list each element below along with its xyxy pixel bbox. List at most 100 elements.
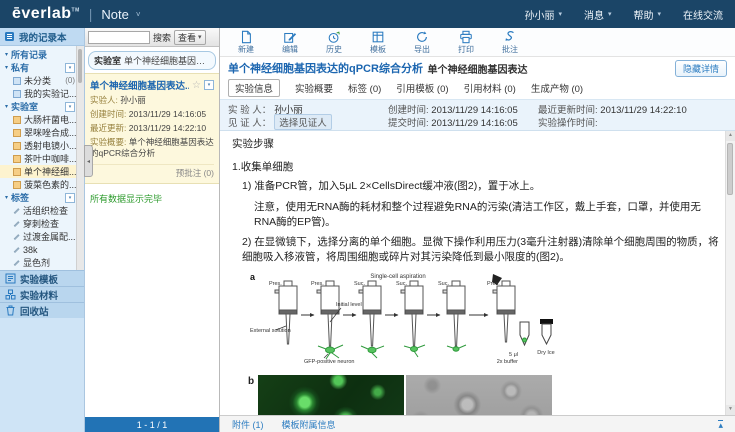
scroll-to-top-icon[interactable]: ▴ [718,420,723,429]
help-menu[interactable]: 帮助▾ [633,7,661,22]
content-scrollbar[interactable]: ▲ ▼ [725,131,735,415]
product-caret-icon[interactable]: ˅ [136,10,141,19]
sidebar-item-all-records[interactable]: ▾所有记录 [0,48,84,61]
scroll-thumb[interactable] [727,143,733,195]
sidebar-tag-puncture[interactable]: 穿刺检查 [0,217,84,230]
sidebar-item-templates[interactable]: 实验模板 [0,270,84,286]
view-button[interactable]: 查看▾ [174,30,206,45]
dropdown-icon[interactable]: ▾ [65,63,75,73]
sidebar-item-lab-4[interactable]: 茶叶中咖啡...(2) [0,152,84,165]
print-button[interactable]: 打印 [444,30,488,55]
breadcrumb[interactable]: 实验室 单个神经细胞基因表达 [88,51,216,70]
scale-bar: 10 μm [264,414,282,415]
edit-button[interactable]: 编辑 [268,30,312,55]
svg-text:GFP-positive neuron: GFP-positive neuron [304,359,354,365]
sidebar-item-recycle-bin[interactable]: 回收站 [0,302,84,318]
template-info-tab[interactable]: 模板附属信息 [282,418,336,431]
tab-summary[interactable]: 实验概要 [295,81,333,95]
svg-text:Initial level: Initial level [336,302,362,308]
scroll-up-icon[interactable]: ▲ [726,131,735,141]
sidebar-tag-biopsy[interactable]: 活组织检查 [0,204,84,217]
sidebar-item-uncategorized[interactable]: 未分类(0) [0,74,84,87]
template-button[interactable]: 模板 [356,30,400,55]
chevron-down-icon: ▾ [608,10,612,18]
dropdown-icon[interactable]: ▾ [65,193,75,203]
logo-divider: | [89,6,93,22]
sidebar-item-lab-6[interactable]: 菠菜色素的...(1) [0,178,84,191]
notebook-tree: ▾所有记录 ▾私有▾ 未分类(0) 我的实验记...(1) ▾实验室▾ 大肠杆菌… [0,46,84,270]
trademark: TM [72,8,80,14]
history-button[interactable]: 历史 [312,30,356,55]
sidebar-item-my-experiments[interactable]: 我的实验记...(1) [0,87,84,100]
online-chat-link[interactable]: 在线交流 [683,7,723,22]
step-1-2: 2) 在显微镜下，选择分离的单个细胞。显微下操作利用压力(3毫升注射器)清除单个… [242,235,719,265]
sidebar-tag-transition-metal[interactable]: 过渡金属配... [0,230,84,243]
export-icon [415,30,429,44]
experiment-list-pane: 搜索 查看▾ 实验室 单个神经细胞基因表达 单个神经细胞基因表达... ☆ ▾ … [85,28,220,432]
hide-details-button[interactable]: 隐藏详情 [675,60,727,77]
experiment-card-title[interactable]: 单个神经细胞基因表达... [90,78,189,92]
notebook-square-icon [13,90,21,98]
triangle-down-icon: ▾ [5,64,8,71]
all-data-loaded-text: 所有数据显示完毕 [85,184,219,213]
figure-b-micrographs: b 10 μm [248,375,719,415]
sidebar-item-tags[interactable]: ▾标签▾ [0,191,84,204]
sidebar-scroll-thumb[interactable] [78,49,82,83]
tab-cited-materials[interactable]: 引用材料 (0) [464,81,516,95]
history-clock-icon [327,30,341,44]
sidebar-tag-chromogen[interactable]: 显色剂 [0,256,84,269]
scroll-down-icon[interactable]: ▼ [726,405,735,415]
sidebar: 我的记录本 ▾所有记录 ▾私有▾ 未分类(0) 我的实验记...(1) ▾实验室… [0,28,85,432]
dropdown-icon[interactable]: ▾ [65,102,75,112]
sidebar-tag-38k[interactable]: 38k [0,243,84,256]
messages-menu[interactable]: 消息▾ [584,7,612,22]
info-submitted: 提交时间: 2013/11/29 14:16:05 [388,115,538,129]
search-button[interactable]: 搜索 [153,31,171,44]
detail-header: 单个神经细胞基因表达 单个神经细胞基因表达的qPCR综合分析 隐藏详情 [220,57,735,77]
sidebar-item-lab-1[interactable]: 大肠杆菌电...(5) [0,113,84,126]
tab-products[interactable]: 生成产物 (0) [531,81,583,95]
annotate-button[interactable]: 批注 [488,30,532,55]
sidebar-item-lab-2[interactable]: 翠咪唑合成...(7) [0,126,84,139]
tag-icon [13,233,20,240]
experiment-card[interactable]: 单个神经细胞基因表达... ☆ ▾ 实验人: 孙小丽 创建时间: 2013/11… [85,73,219,184]
star-icon[interactable]: ☆ [192,80,201,91]
triangle-down-icon: ▾ [5,103,8,110]
search-input[interactable] [88,31,150,44]
trash-icon [5,305,16,316]
sidebar-item-private[interactable]: ▾私有▾ [0,61,84,74]
svg-text:Pres.: Pres. [487,281,500,287]
attachments-tab[interactable]: 附件 (1) [232,418,264,431]
card-annotation-count[interactable]: 预批注 (0) [90,164,214,179]
aspiration-diagram: a Single-cell aspiration [248,270,560,366]
tab-tags[interactable]: 标签 (0) [348,81,381,95]
tab-experiment-info[interactable]: 实验信息 [228,79,280,97]
notebook-square-icon [13,116,21,124]
triangle-down-icon: ▾ [5,51,8,58]
my-notebooks-header[interactable]: 我的记录本 [0,28,84,46]
svg-text:Suc.: Suc. [396,281,407,287]
new-button[interactable]: 新建 [224,30,268,55]
export-button[interactable]: 导出 [400,30,444,55]
user-menu[interactable]: 孙小丽▾ [524,7,562,22]
notebook-icon [4,31,15,42]
sidebar-item-lab-3[interactable]: 透射电镜小...(0) [0,139,84,152]
tab-cited-templates[interactable]: 引用模板 (0) [396,81,448,95]
edit-pencil-icon [283,30,297,44]
card-experimenter: 实验人: 孙小丽 [90,95,214,106]
notebook-square-icon [13,181,21,189]
svg-text:External solution: External solution [250,328,291,334]
info-updated: 最近更新时间: 2013/11/29 14:22:10 [538,102,727,116]
tag-icon [13,246,20,253]
dropdown-icon[interactable]: ▾ [204,80,214,90]
sidebar-tag-filter-paper[interactable]: 滤纸 [0,269,84,270]
figure-b-label: b [248,375,254,415]
sidebar-item-lab[interactable]: ▾实验室▾ [0,100,84,113]
sidebar-item-materials[interactable]: 实验材料 [0,286,84,302]
sidebar-item-single-neuron[interactable]: 单个神经细...(1) [0,165,84,178]
select-witness-button[interactable]: 选择见证人 [274,114,332,130]
tag-icon [13,259,20,266]
sidebar-scrollbar[interactable] [76,46,84,270]
pagination-bar[interactable]: 1 - 1 / 1 [85,417,219,432]
sidebar-collapse-handle[interactable]: ◂ [84,145,93,177]
